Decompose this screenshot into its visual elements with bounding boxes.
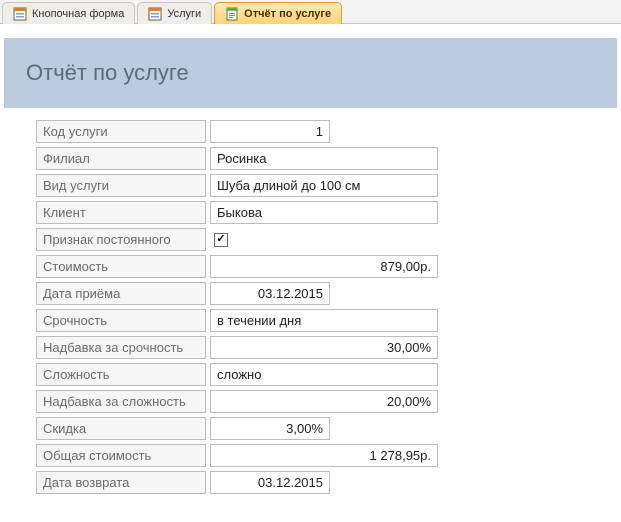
tab-button-form[interactable]: Кнопочная форма (2, 2, 135, 24)
tab-service-report[interactable]: Отчёт по услуге (214, 2, 342, 24)
row-service-code: Код услуги 1 (4, 120, 617, 143)
report-body: Отчёт по услуге Код услуги 1 Филиал Роси… (0, 38, 621, 508)
report-title: Отчёт по услуге (26, 60, 595, 86)
value-client: Быкова (210, 201, 438, 224)
label-client: Клиент (36, 201, 206, 224)
value-cost: 879,00р. (210, 255, 438, 278)
value-service-type: Шуба длиной до 100 см (210, 174, 438, 197)
value-urgency-surcharge: 30,00% (210, 336, 438, 359)
value-branch: Росинка (210, 147, 438, 170)
checkbox-regular-flag (210, 228, 228, 251)
value-complexity-surcharge: 20,00% (210, 390, 438, 413)
tab-label: Отчёт по услуге (244, 8, 331, 20)
value-total-cost: 1 278,95р. (210, 444, 438, 467)
form-icon (13, 7, 27, 21)
form-icon (148, 7, 162, 21)
row-discount: Скидка 3,00% (4, 417, 617, 440)
row-urgency-surcharge: Надбавка за срочность 30,00% (4, 336, 617, 359)
row-total-cost: Общая стоимость 1 278,95р. (4, 444, 617, 467)
detail-section: Код услуги 1 Филиал Росинка Вид услуги Ш… (0, 120, 621, 494)
value-intake-date: 03.12.2015 (210, 282, 330, 305)
label-branch: Филиал (36, 147, 206, 170)
label-intake-date: Дата приёма (36, 282, 206, 305)
tab-bar: Кнопочная форма Услуги Отчёт по услуге (0, 0, 621, 24)
label-urgency: Срочность (36, 309, 206, 332)
value-discount: 3,00% (210, 417, 330, 440)
label-total-cost: Общая стоимость (36, 444, 206, 467)
row-urgency: Срочность в течении дня (4, 309, 617, 332)
row-cost: Стоимость 879,00р. (4, 255, 617, 278)
label-complexity: Сложность (36, 363, 206, 386)
label-service-code: Код услуги (36, 120, 206, 143)
checkbox-icon (214, 233, 228, 247)
row-complexity: Сложность сложно (4, 363, 617, 386)
value-complexity: сложно (210, 363, 438, 386)
label-urgency-surcharge: Надбавка за срочность (36, 336, 206, 359)
row-service-type: Вид услуги Шуба длиной до 100 см (4, 174, 617, 197)
tab-services[interactable]: Услуги (137, 2, 212, 24)
row-regular-flag: Признак постоянного (4, 228, 617, 251)
tab-label: Услуги (167, 8, 201, 20)
label-discount: Скидка (36, 417, 206, 440)
tab-label: Кнопочная форма (32, 8, 124, 20)
row-client: Клиент Быкова (4, 201, 617, 224)
row-intake-date: Дата приёма 03.12.2015 (4, 282, 617, 305)
label-regular-flag: Признак постоянного (36, 228, 206, 251)
label-return-date: Дата возврата (36, 471, 206, 494)
row-branch: Филиал Росинка (4, 147, 617, 170)
label-complexity-surcharge: Надбавка за сложность (36, 390, 206, 413)
value-urgency: в течении дня (210, 309, 438, 332)
label-cost: Стоимость (36, 255, 206, 278)
row-complexity-surcharge: Надбавка за сложность 20,00% (4, 390, 617, 413)
report-header: Отчёт по услуге (4, 38, 617, 108)
report-icon (225, 7, 239, 21)
label-service-type: Вид услуги (36, 174, 206, 197)
row-return-date: Дата возврата 03.12.2015 (4, 471, 617, 494)
value-return-date: 03.12.2015 (210, 471, 330, 494)
value-service-code: 1 (210, 120, 330, 143)
